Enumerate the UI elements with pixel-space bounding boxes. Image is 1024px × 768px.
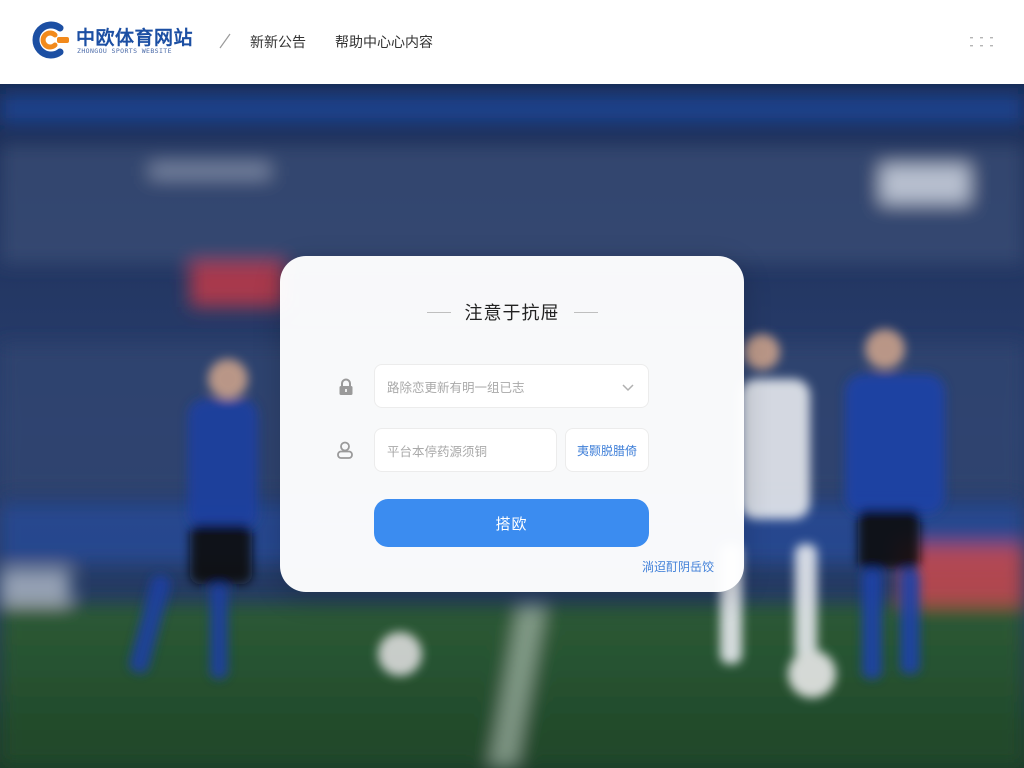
account-select[interactable]: 路除恋更新有明一组已志	[374, 364, 649, 408]
account-select-placeholder: 路除恋更新有明一组已志	[387, 379, 525, 395]
help-link[interactable]: 淌迢酊阴岳饺	[642, 558, 714, 575]
title-divider-right	[573, 311, 598, 313]
nav-announcements[interactable]: 新新公告	[250, 32, 306, 52]
lock-icon	[339, 378, 353, 395]
verification-code-input[interactable]: 平台本停药源须铜	[374, 428, 557, 472]
divider-slash-icon	[219, 33, 231, 49]
logo-subtitle: ZHONGOU SPORTS WEBSITE	[77, 47, 172, 55]
title-divider-left	[426, 311, 451, 313]
grid-dots-icon[interactable]	[970, 36, 994, 48]
code-input-placeholder: 平台本停药源须铜	[387, 443, 488, 459]
get-code-button[interactable]: 夷颢脱腊倚	[565, 428, 649, 472]
top-header: 中欧体育网站 ZHONGOU SPORTS WEBSITE 新新公告 帮助中心心…	[0, 0, 1024, 84]
login-submit-button[interactable]: 搭欧	[374, 499, 649, 547]
login-title-row: 注意于抗屉	[280, 300, 744, 324]
logo-mark-icon	[32, 21, 69, 59]
chevron-down-icon	[622, 384, 634, 392]
site-logo[interactable]: 中欧体育网站 ZHONGOU SPORTS WEBSITE	[30, 19, 200, 63]
nav-help-center[interactable]: 帮助中心心内容	[335, 32, 433, 52]
login-title: 注意于抗屉	[464, 303, 560, 324]
user-icon	[337, 441, 353, 459]
logo-title: 中欧体育网站	[76, 27, 194, 49]
login-card: 注意于抗屉 路除恋更新有明一组已志 平台本停药源须铜 夷颢脱腊倚 搭欧 淌迢酊阴…	[280, 256, 744, 592]
